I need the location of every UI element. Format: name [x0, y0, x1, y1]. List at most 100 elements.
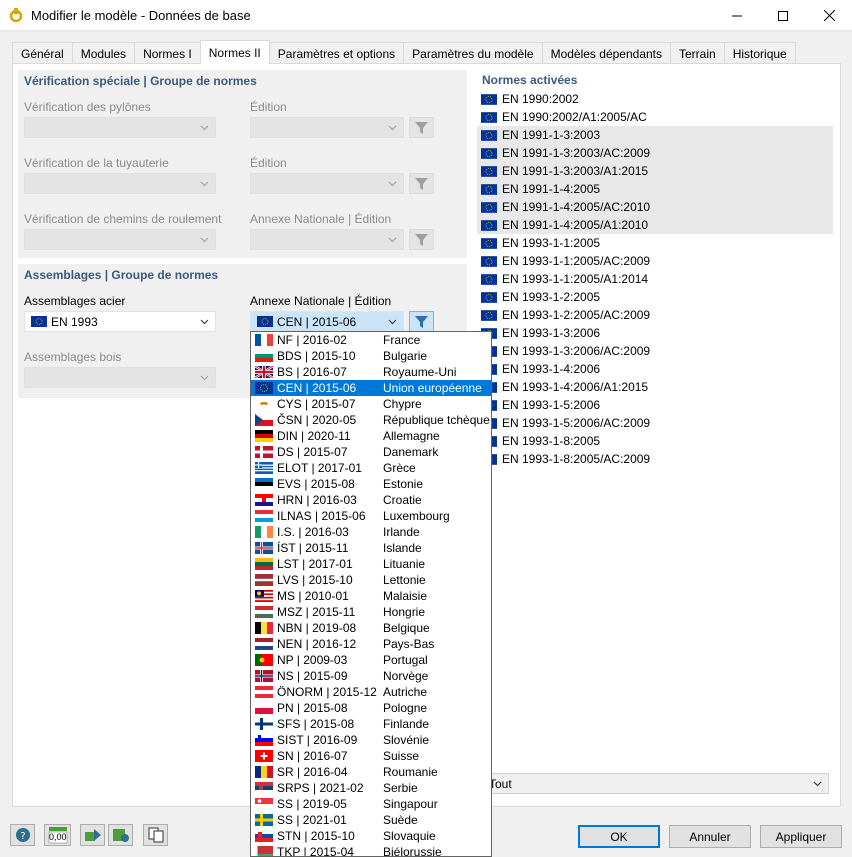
annex-option[interactable]: SR | 2016-04 Roumanie [251, 764, 491, 780]
annex-filter-button[interactable] [409, 311, 434, 332]
pylons-combo[interactable] [24, 117, 216, 138]
annex-option[interactable]: ELOT | 2017-01 Grèce [251, 460, 491, 476]
norm-item[interactable]: EN 1993-1-8:2005 [477, 432, 833, 450]
annex-option[interactable]: ČSN | 2020-05 République tchèque [251, 412, 491, 428]
annex-option[interactable]: SIST | 2016-09 Slovénie [251, 732, 491, 748]
tab-general[interactable]: Général [12, 42, 73, 64]
annex-option[interactable]: CEN | 2015-06 Union européenne [251, 380, 491, 396]
annex-option[interactable]: ILNAS | 2015-06 Luxembourg [251, 508, 491, 524]
annex-option[interactable]: STN | 2015-10 Slovaquie [251, 828, 491, 844]
annex-edition-combo[interactable]: CEN | 2015-06 [250, 311, 404, 332]
annex-option[interactable]: TKP | 2015-04 Biélorussie [251, 844, 491, 857]
annex-option[interactable]: HRN | 2016-03 Croatie [251, 492, 491, 508]
annex-option[interactable]: I.S. | 2016-03 Irlande [251, 524, 491, 540]
norm-item[interactable]: EN 1993-1-5:2006 [477, 396, 833, 414]
norm-item[interactable]: EN 1993-1-5:2006/AC:2009 [477, 414, 833, 432]
annex-option[interactable]: MSZ | 2015-11 Hongrie [251, 604, 491, 620]
copy-button[interactable] [143, 824, 168, 846]
units-button[interactable]: 0,00 [44, 824, 71, 846]
norm-item[interactable]: EN 1991-1-3:2003 [477, 126, 833, 144]
annex-option[interactable]: ÍST | 2015-11 Islande [251, 540, 491, 556]
norm-item[interactable]: EN 1993-1-8:2005/AC:2009 [477, 450, 833, 468]
help-button[interactable]: ? [10, 824, 35, 846]
runway-filter-button[interactable] [409, 229, 434, 250]
model-settings-button[interactable] [108, 824, 133, 846]
norm-item[interactable]: EN 1993-1-2:2005/AC:2009 [477, 306, 833, 324]
annex-option[interactable]: DS | 2015-07 Danemark [251, 444, 491, 460]
steel-connections-combo[interactable]: EN 1993 [24, 311, 216, 332]
piping-filter-button[interactable] [409, 173, 434, 194]
annex-option[interactable]: SS | 2019-05 Singapour [251, 796, 491, 812]
minimize-button[interactable] [714, 0, 760, 31]
export-button[interactable] [80, 824, 105, 846]
norm-item[interactable]: EN 1993-1-1:2005/AC:2009 [477, 252, 833, 270]
annex-option[interactable]: PN | 2015-08 Pologne [251, 700, 491, 716]
my-flag-icon [255, 590, 273, 602]
annex-option[interactable]: NEN | 2016-12 Pays-Bas [251, 636, 491, 652]
piping-combo[interactable] [24, 173, 216, 194]
annex-option[interactable]: LVS | 2015-10 Lettonie [251, 572, 491, 588]
norms-filter-combo[interactable]: Tout [484, 773, 829, 794]
active-norms-panel: Normes activées EN 1990:2002 EN 1990:2002… [477, 70, 833, 798]
norm-item[interactable]: EN 1991-1-4:2005 [477, 180, 833, 198]
apply-button[interactable]: Appliquer [760, 825, 842, 848]
annex-option[interactable]: MS | 2010-01 Malaisie [251, 588, 491, 604]
norm-item[interactable]: EN 1991-1-4:2005/AC:2010 [477, 198, 833, 216]
norm-item[interactable]: EN 1991-1-3:2003/A1:2015 [477, 162, 833, 180]
chevron-down-icon [388, 125, 397, 131]
runway-combo[interactable] [24, 229, 216, 250]
norm-item[interactable]: EN 1993-1-2:2005 [477, 288, 833, 306]
annex-option[interactable]: SFS | 2015-08 Finlande [251, 716, 491, 732]
tab-normes-1[interactable]: Normes I [134, 42, 201, 64]
annex-option[interactable]: ÖNORM | 2015-12 Autriche [251, 684, 491, 700]
tab-parametres-options[interactable]: Paramètres et options [268, 42, 405, 64]
annex-option[interactable]: BDS | 2015-10 Bulgarie [251, 348, 491, 364]
norm-item[interactable]: EN 1990:2002/A1:2005/AC [477, 108, 833, 126]
norm-item[interactable]: EN 1993-1-4:2006/A1:2015 [477, 378, 833, 396]
tab-modules[interactable]: Modules [71, 42, 136, 64]
piping-edition-combo[interactable] [250, 173, 404, 194]
tab-parametres-modele[interactable]: Paramètres du modèle [403, 42, 543, 64]
annex-option[interactable]: DIN | 2020-11 Allemagne [251, 428, 491, 444]
tab-normes-2[interactable]: Normes II [199, 40, 270, 64]
cz-flag-icon [255, 414, 273, 426]
norm-item[interactable]: EN 1991-1-3:2003/AC:2009 [477, 144, 833, 162]
norm-item[interactable]: EN 1993-1-1:2005/A1:2014 [477, 270, 833, 288]
annex-option[interactable]: NBN | 2019-08 Belgique [251, 620, 491, 636]
pylons-filter-button[interactable] [409, 117, 434, 138]
annex-option[interactable]: SRPS | 2021-02 Serbie [251, 780, 491, 796]
annex-option[interactable]: EVS | 2015-08 Estonie [251, 476, 491, 492]
norm-item[interactable]: EN 1993-1-3:2006 [477, 324, 833, 342]
pylons-edition-combo[interactable] [250, 117, 404, 138]
tab-strip: Général Modules Normes I Normes II Param… [12, 40, 796, 64]
annex-option[interactable]: CYS | 2015-07 Chypre [251, 396, 491, 412]
annex-option-country: Biélorussie [383, 845, 442, 857]
tab-historique[interactable]: Historique [723, 42, 796, 64]
norm-item[interactable]: EN 1990:2002 [477, 90, 833, 108]
maximize-button[interactable] [760, 0, 806, 31]
no-flag-icon [255, 670, 273, 682]
close-button[interactable] [806, 0, 852, 31]
norm-item[interactable]: EN 1993-1-1:2005 [477, 234, 833, 252]
eu-flag-icon [481, 310, 497, 321]
cancel-button[interactable]: Annuler [669, 825, 751, 848]
norm-item[interactable]: EN 1993-1-4:2006 [477, 360, 833, 378]
norm-item[interactable]: EN 1993-1-3:2006/AC:2009 [477, 342, 833, 360]
annex-option-country: Bulgarie [383, 349, 428, 363]
tab-terrain[interactable]: Terrain [670, 42, 725, 64]
annex-option[interactable]: SS | 2021-01 Suède [251, 812, 491, 828]
annex-option[interactable]: NF | 2016-02 France [251, 332, 491, 348]
annex-option[interactable]: NP | 2009-03 Portugal [251, 652, 491, 668]
tab-modeles-dependants[interactable]: Modèles dépendants [541, 42, 671, 64]
norm-item-label: EN 1993-1-4:2006 [502, 362, 601, 376]
norm-item[interactable]: EN 1991-1-4:2005/A1:2010 [477, 216, 833, 234]
annex-option[interactable]: BS | 2016-07 Royaume-Uni [251, 364, 491, 380]
ok-button[interactable]: OK [578, 825, 660, 848]
eu-flag-icon [481, 94, 497, 105]
annex-option[interactable]: SN | 2016-07 Suisse [251, 748, 491, 764]
annex-option[interactable]: LST | 2017-01 Lituanie [251, 556, 491, 572]
annex-option-code: HRN | 2016-03 [277, 493, 357, 507]
timber-connections-combo[interactable] [24, 367, 216, 388]
annex-option[interactable]: NS | 2015-09 Norvège [251, 668, 491, 684]
runway-annex-combo[interactable] [250, 229, 404, 250]
